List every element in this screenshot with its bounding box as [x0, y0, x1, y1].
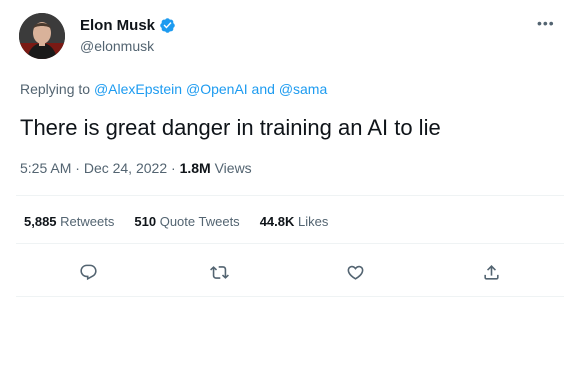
tweet-meta: 5:25 AM · Dec 24, 2022 · 1.8M Views	[20, 160, 252, 176]
like-icon	[347, 265, 363, 280]
mention-link[interactable]: @OpenAI	[186, 81, 248, 97]
reply-prefix: Replying to	[20, 81, 94, 97]
mention-link[interactable]: @sama	[279, 81, 327, 97]
reply-context: Replying to @AlexEpstein @OpenAI and @sa…	[20, 81, 327, 97]
tweet-time[interactable]: 5:25 AM	[20, 160, 71, 176]
avatar-image	[19, 13, 65, 59]
display-name[interactable]: Elon Musk	[80, 17, 155, 34]
retweet-icon	[209, 265, 229, 279]
tweet-card: Elon Musk @elonmusk ••• Replying to @Ale…	[0, 0, 580, 380]
retweets-label: Retweets	[60, 214, 115, 229]
meta-separator: ·	[171, 160, 176, 176]
divider	[16, 296, 564, 297]
author-handle[interactable]: @elonmusk	[80, 38, 154, 54]
reply-icon	[79, 264, 97, 280]
divider	[16, 195, 564, 196]
share-icon	[483, 264, 499, 280]
action-bar	[0, 258, 580, 286]
retweets-count: 5,885	[24, 214, 57, 229]
author-name-row[interactable]: Elon Musk	[80, 17, 176, 34]
likes-stat[interactable]: 44.8K Likes	[260, 214, 329, 229]
verified-badge-icon	[159, 17, 176, 34]
reply-joiner: and	[247, 81, 279, 97]
more-icon[interactable]: •••	[537, 16, 559, 32]
meta-separator: ·	[75, 160, 80, 176]
mention-link[interactable]: @AlexEpstein	[94, 81, 182, 97]
likes-count: 44.8K	[259, 214, 295, 229]
avatar[interactable]	[19, 13, 65, 59]
views-count: 1.8M	[179, 160, 211, 176]
reply-button[interactable]	[74, 258, 102, 286]
tweet-date[interactable]: Dec 24, 2022	[84, 160, 167, 176]
retweets-stat[interactable]: 5,885 Retweets	[24, 214, 114, 229]
quotes-stat[interactable]: 510 Quote Tweets	[134, 214, 239, 229]
likes-label: Likes	[298, 214, 329, 229]
share-button[interactable]	[477, 258, 505, 286]
divider	[16, 243, 564, 244]
quotes-label: Quote Tweets	[159, 214, 240, 229]
views-label: Views	[214, 160, 252, 176]
retweet-button[interactable]	[205, 258, 233, 286]
like-button[interactable]	[341, 258, 369, 286]
quotes-count: 510	[134, 214, 157, 229]
tweet-text: There is great danger in training an AI …	[20, 115, 441, 140]
tweet-stats: 5,885 Retweets 510 Quote Tweets 44.8K Li…	[24, 214, 328, 229]
